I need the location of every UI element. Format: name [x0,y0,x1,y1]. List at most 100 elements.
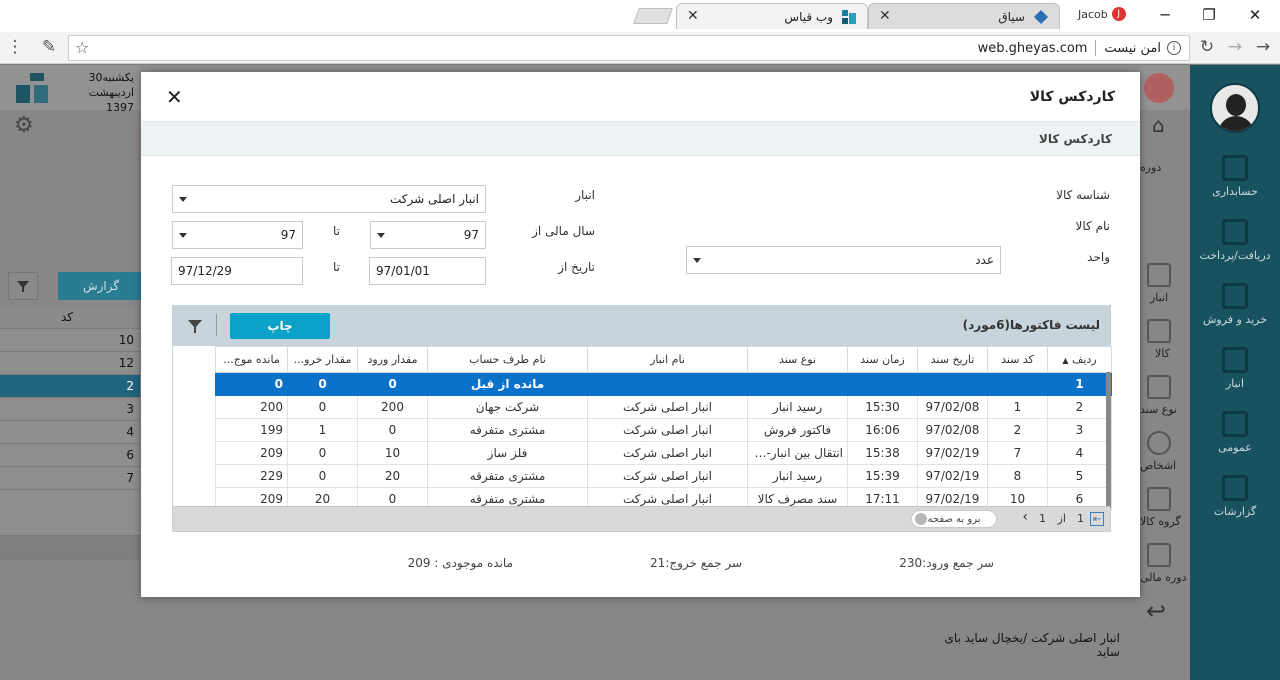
kardex-modal: کاردکس کالا ✕ کاردکس کالا شناسه کالا نام… [141,72,1140,597]
goods-group-icon[interactable] [1147,487,1171,511]
profile-button[interactable]: Jacob J [1078,7,1126,21]
siyagh-favicon-icon [1033,9,1049,25]
home-icon[interactable]: ⌂ [1152,113,1165,137]
sidebar-item-sales[interactable]: خرید و فروش [1190,283,1280,326]
accounting-icon [1222,155,1248,181]
sidebar-item-accounting[interactable]: حسابداری [1190,155,1280,198]
list-item[interactable]: 12 [0,352,140,375]
return-icon[interactable]: ↩ [1146,597,1166,625]
list-item[interactable]: 2 [0,375,140,398]
table-row[interactable]: 1 مانده از قبل 0 0 0 [215,372,1112,396]
goto-radio-icon [915,513,927,525]
close-tab-icon[interactable]: ✕ [687,8,699,24]
column-header[interactable]: نوع سند [747,346,848,373]
sidebar-item-payments[interactable]: دریافت/پرداخت [1190,219,1280,262]
first-page-icon[interactable]: ⇤ [1090,512,1104,526]
summary-total-in: سر جمع ورود:230 [899,556,994,570]
sidebar-item-reports[interactable]: گزارشات [1190,475,1280,518]
column-header[interactable]: مقدار خرو... [287,346,358,373]
list-item[interactable]: 4 [0,421,140,444]
total-pages: 1 [1039,512,1046,525]
reports-icon [1222,475,1248,501]
current-page: 1 [1077,512,1084,525]
column-header[interactable]: مقدار ورود [357,346,428,373]
browser-titlebar: وب قیاس ✕ سیاق ✕ Jacob J ─ ❐ ✕ [0,0,1280,32]
sidebar-item-general[interactable]: عمومی [1190,411,1280,454]
forward-icon[interactable]: → [1224,37,1246,57]
column-header[interactable]: تاریخ سند [917,346,988,373]
document-type-icon[interactable] [1147,375,1171,399]
column-header[interactable]: نام طرف حساب [427,346,588,373]
vertical-scrollbar[interactable] [1106,372,1111,508]
bookmark-star-icon[interactable]: ☆ [75,38,89,57]
new-tab-button[interactable] [633,8,673,24]
table-row[interactable]: 2 1 97/02/08 15:30 رسید انبار انبار اصلی شرکت… [215,395,1112,419]
label-to-date: تا [333,260,340,274]
column-header[interactable]: کد سند [987,346,1048,373]
date-to-input[interactable]: 97/12/29 [171,257,303,285]
bg-label-ashkhas: اشخاص [1140,459,1177,472]
bg-label-goroh-kala: گروه کالا [1140,515,1181,528]
person-icon[interactable] [1147,431,1171,455]
unit-select[interactable]: عدد [686,246,1001,274]
filter-icon[interactable] [183,314,207,338]
column-header[interactable]: نام انبار [587,346,748,373]
column-header[interactable]: زمان سند [847,346,918,373]
close-icon[interactable]: ✕ [166,85,183,109]
bottom-breadcrumb: انبار اصلی شرکت /یخچال ساید بای ساید [944,631,1120,659]
tab-web-gheyas[interactable]: وب قیاس ✕ [676,3,868,29]
label-date-from: تاریخ از [558,260,595,274]
code-list-header: کد [0,306,140,329]
minimize-icon[interactable]: ─ [1150,6,1180,24]
url-text: web.gheyas.com [977,40,1088,56]
report-button[interactable]: گزارش [58,272,144,300]
user-avatar[interactable] [1210,83,1260,133]
reload-icon[interactable]: ↻ [1196,37,1218,57]
chevron-down-icon [693,258,701,263]
goto-page-button[interactable]: برو به صفحه [911,510,997,528]
table-row[interactable]: 5 8 97/02/19 15:39 رسید انبار انبار اصلی شرکت… [215,464,1112,488]
security-label: امن نیست [1104,40,1161,56]
filter-icon[interactable] [8,272,38,300]
list-item[interactable]: 6 [0,444,140,467]
address-bar[interactable]: i امن نیست web.gheyas.com ☆ [68,35,1190,61]
table-row[interactable]: 3 2 97/02/08 16:06 فاکتور فروش انبار اصلی شرک… [215,418,1112,442]
calendar-icon[interactable] [1147,543,1171,567]
table-row[interactable]: 4 7 97/02/19 15:38 انتقال بین انبار-و... انبا… [215,441,1112,465]
fiscal-year-to-select[interactable]: 97 [172,221,303,249]
sidebar-item-warehouse[interactable]: انبار [1190,347,1280,390]
fiscal-year-from-select[interactable]: 97 [370,221,486,249]
modal-header: کاردکس کالا ✕ [141,72,1140,122]
logo-circle-icon [1144,73,1174,103]
label-to-year: تا [333,224,340,238]
next-page-icon[interactable]: › [1022,509,1028,525]
list-item[interactable]: 10 [0,329,140,352]
tab-label: وب قیاس [784,9,833,24]
back-icon[interactable]: → [1252,37,1274,57]
general-icon [1222,411,1248,437]
invoice-table: ردیف ▲ کد سند تاریخ سند زمان سند نوع سند… [215,346,1112,511]
close-window-icon[interactable]: ✕ [1240,6,1270,24]
tab-siyagh[interactable]: سیاق ✕ [868,3,1060,29]
close-tab-icon[interactable]: ✕ [879,8,891,24]
print-button[interactable]: چاپ [230,313,330,339]
summary-balance: مانده موجودی : 209 [407,556,513,570]
extension-icon[interactable]: ✎ [38,37,60,57]
grid-pager: ⇤ 1 از 1 › برو به صفحه [173,506,1110,531]
column-header[interactable]: ردیف ▲ [1047,346,1112,373]
invoice-grid: لیست فاکتورها(6مورد) چاپ ردیف ▲ کد سند ت… [172,305,1112,532]
maximize-icon[interactable]: ❐ [1194,6,1224,24]
bg-label-kala: کالا [1155,347,1170,360]
column-header[interactable]: مانده موج... [215,346,288,373]
main-sidebar: حسابداری دریافت/پرداخت خرید و فروش انبار… [1190,65,1280,680]
info-icon[interactable]: i [1167,41,1181,55]
menu-dots-icon[interactable]: ⋮ [4,37,26,57]
warehouse-select[interactable]: انبار اصلی شرکت [172,185,486,213]
warehouse-icon[interactable] [1147,263,1171,287]
goods-icon[interactable] [1147,319,1171,343]
bg-label-anbar: انبار [1150,291,1169,304]
list-item[interactable]: 3 [0,398,140,421]
list-item[interactable]: 7 [0,467,140,490]
date-from-input[interactable]: 97/01/01 [369,257,486,285]
gear-icon[interactable]: ⚙ [14,113,34,138]
